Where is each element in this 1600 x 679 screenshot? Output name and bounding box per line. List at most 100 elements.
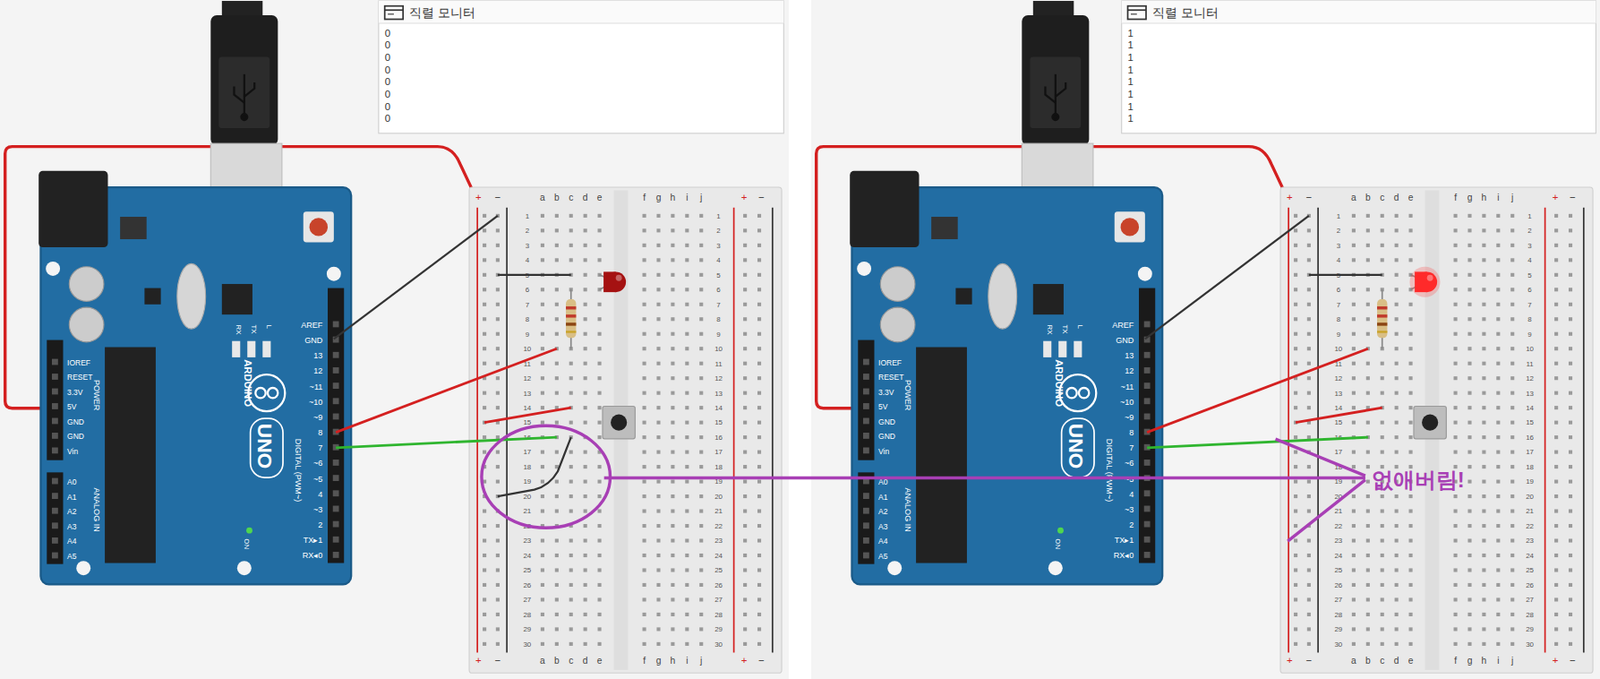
- svg-text:18: 18: [1334, 462, 1343, 471]
- digital-pin: ~10: [1120, 397, 1151, 407]
- digital-pin: 7: [317, 443, 339, 453]
- ground-wire[interactable]: [1145, 215, 1310, 340]
- svg-text:POWER: POWER: [903, 379, 913, 411]
- svg-text:17: 17: [1525, 447, 1534, 456]
- analog-pin: A5: [51, 551, 78, 561]
- serial-line: 1: [1128, 51, 1134, 63]
- svg-text:9: 9: [525, 330, 531, 339]
- svg-text:~3: ~3: [313, 504, 323, 514]
- svg-text:3.3V: 3.3V: [67, 387, 84, 397]
- circuit-canvas: RXTXLARDUINOUNODIGITAL (PWM~)ONAREFGND13…: [811, 0, 1600, 679]
- breadboard[interactable]: +−+−abcdefghij+−+−abcdefghij112233445566…: [1280, 187, 1593, 673]
- svg-text:A0: A0: [878, 477, 889, 487]
- reset-button[interactable]: [303, 211, 334, 242]
- breadboard-row: 2929: [1293, 624, 1573, 634]
- svg-text:14: 14: [522, 403, 531, 412]
- svg-text:11: 11: [1525, 359, 1534, 368]
- pushbutton[interactable]: [1413, 405, 1446, 438]
- svg-text:h: h: [1481, 655, 1488, 666]
- svg-text:8: 8: [525, 315, 531, 324]
- power-pin: IOREF: [863, 358, 902, 368]
- svg-text:28: 28: [522, 610, 531, 619]
- on-led: [246, 527, 253, 534]
- button-power-wire[interactable]: [484, 407, 572, 422]
- power-pin: GND: [51, 431, 85, 441]
- led[interactable]: [1409, 266, 1440, 298]
- svg-text:22: 22: [522, 521, 531, 531]
- led[interactable]: [599, 271, 627, 292]
- svg-text:f: f: [1454, 192, 1457, 203]
- breadboard-row: 28 28: [482, 610, 762, 619]
- ground-wire[interactable]: [333, 215, 498, 340]
- svg-text:26: 26: [714, 581, 723, 590]
- svg-text:15: 15: [1334, 418, 1343, 427]
- status-led: TX: [1058, 325, 1070, 358]
- digital-pin: AREF: [1112, 320, 1150, 330]
- pin7-wire[interactable]: [335, 436, 557, 448]
- svg-text:4: 4: [1527, 256, 1532, 265]
- microcontroller-chip: [915, 347, 967, 564]
- svg-text:8: 8: [1527, 315, 1532, 324]
- svg-text:1: 1: [1336, 212, 1342, 221]
- serial-line: 1: [1128, 76, 1134, 87]
- digital-pin: 13: [313, 350, 339, 360]
- svg-text:17: 17: [714, 447, 723, 456]
- reset-button[interactable]: [1114, 211, 1146, 242]
- serial-line: 0: [385, 27, 391, 39]
- analog-header: [46, 471, 63, 564]
- crystal: [988, 263, 1018, 329]
- analog-pin: A0: [863, 477, 889, 487]
- svg-text:Vin: Vin: [878, 446, 890, 456]
- svg-text:j: j: [699, 655, 702, 666]
- breadboard-row: 1313: [482, 389, 762, 398]
- microcontroller-chip: [104, 347, 156, 564]
- led-ground-wire[interactable]: [497, 273, 572, 276]
- pin8-wire[interactable]: [1146, 348, 1369, 432]
- breadboard-row: 2828: [1293, 610, 1573, 619]
- svg-text:28: 28: [1525, 610, 1534, 619]
- analog-pin: A2: [863, 506, 889, 516]
- pushbutton[interactable]: [602, 405, 635, 438]
- svg-text:20: 20: [1334, 492, 1343, 501]
- svg-text:~9: ~9: [313, 412, 323, 422]
- pin7-wire[interactable]: [1146, 436, 1369, 448]
- svg-text:~5: ~5: [313, 474, 323, 484]
- breadboard-row: 2020: [482, 492, 762, 501]
- pulldown-ground-wire[interactable]: [497, 436, 572, 497]
- led-ground-wire[interactable]: [1309, 273, 1383, 276]
- svg-text:i: i: [685, 655, 688, 666]
- resistor[interactable]: [1377, 289, 1387, 349]
- svg-text:6: 6: [1527, 285, 1532, 294]
- pin8-wire[interactable]: [335, 348, 557, 432]
- svg-text:b: b: [1365, 655, 1371, 666]
- serial-monitor[interactable]: 직렬 모니터11111111: [1121, 0, 1597, 134]
- resistor[interactable]: [565, 289, 576, 349]
- svg-text:+: +: [1286, 191, 1293, 203]
- svg-text:+: +: [1552, 191, 1559, 203]
- breadboard-row: 2626: [1293, 581, 1573, 590]
- serial-line: 0: [385, 76, 391, 87]
- svg-text:ARDUINO: ARDUINO: [1053, 359, 1065, 407]
- usb-icon: [233, 74, 255, 120]
- svg-text:22: 22: [1334, 521, 1343, 531]
- breadboard-row: 22: [482, 226, 762, 235]
- svg-text:23: 23: [522, 536, 531, 545]
- digital-header: [327, 288, 344, 564]
- svg-text:4: 4: [317, 489, 323, 499]
- arduino-uno[interactable]: RXTXLARDUINOUNODIGITAL (PWM~)ONAREFGND13…: [849, 171, 1163, 585]
- arduino-uno[interactable]: RXTXLARDUINOUNODIGITAL (PWM~)ONAREFGND13…: [38, 171, 351, 585]
- serial-monitor[interactable]: 직렬 모니터00000000: [378, 0, 784, 134]
- breadboard-row: 77: [1293, 300, 1573, 309]
- button-power-wire[interactable]: [1295, 407, 1383, 422]
- svg-text:21: 21: [1525, 506, 1534, 515]
- breadboard[interactable]: +−+−abcdefghij+−+−abcdefghij112233445566…: [469, 187, 782, 673]
- analog-pin: A1: [51, 492, 78, 502]
- svg-text:3: 3: [1527, 241, 1532, 250]
- svg-text:21: 21: [522, 506, 531, 515]
- digital-pin: ~11: [1120, 382, 1151, 392]
- svg-text:e: e: [1408, 655, 1414, 666]
- svg-text:8: 8: [317, 427, 323, 437]
- svg-text:−: −: [758, 654, 765, 666]
- svg-text:29: 29: [1334, 624, 1343, 634]
- svg-text:28: 28: [714, 610, 723, 619]
